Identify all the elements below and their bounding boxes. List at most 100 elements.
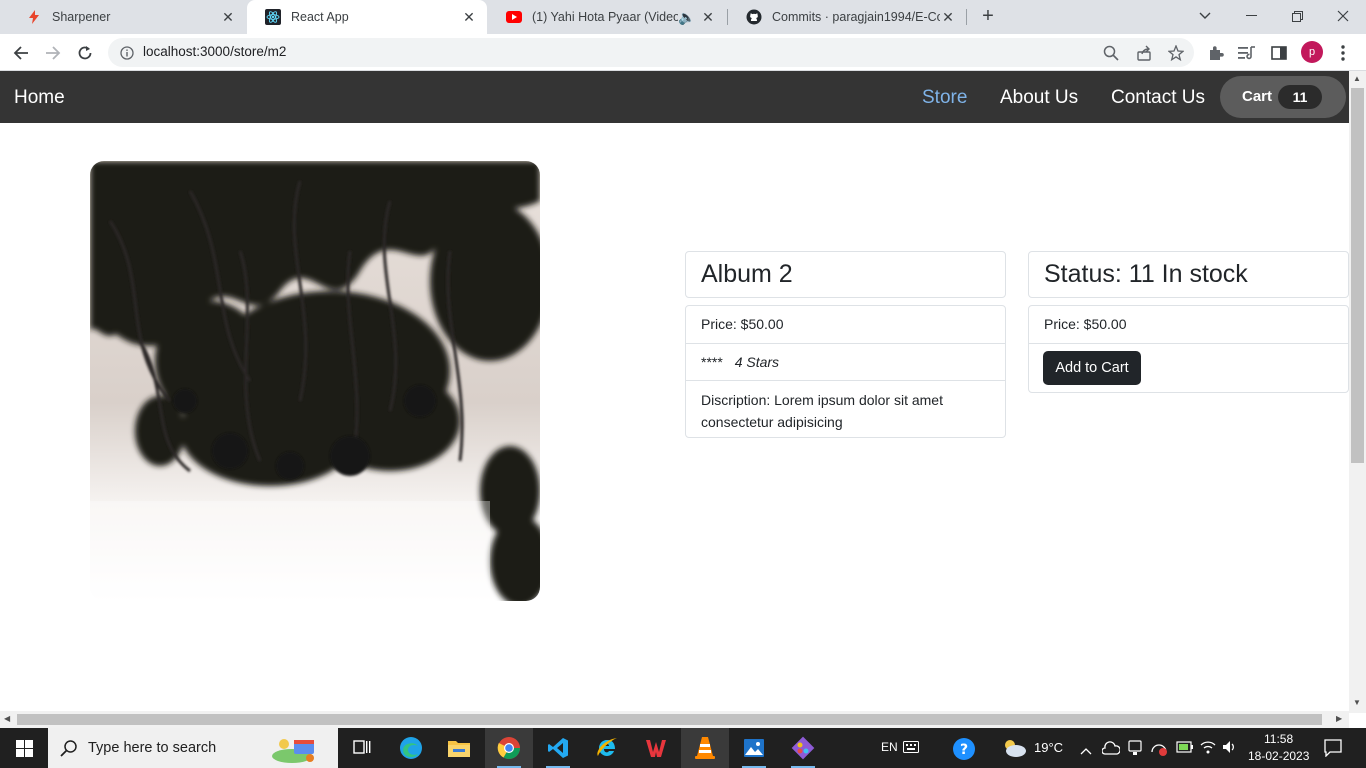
- cart-count-badge: 11: [1278, 85, 1322, 109]
- back-arrow-icon[interactable]: [8, 40, 34, 66]
- language-indicator[interactable]: EN: [881, 740, 898, 754]
- speaker-icon[interactable]: 🔈: [678, 9, 695, 26]
- status-price: Price: $50.00: [1044, 316, 1127, 332]
- stock-status-card: Status: 11 In stock Price: $50.00 Add to…: [1028, 251, 1349, 393]
- product-title-box: Album 2: [685, 251, 1006, 298]
- tab-close-icon[interactable]: ✕: [461, 9, 477, 26]
- file-explorer-icon[interactable]: [435, 728, 483, 768]
- cart-button[interactable]: Cart 11: [1220, 76, 1346, 118]
- nav-about-link[interactable]: About Us: [1000, 87, 1078, 109]
- rating-stars: ****: [701, 354, 723, 370]
- clock-date[interactable]: 18-02-2023: [1248, 749, 1309, 763]
- github-favicon-icon: [746, 9, 762, 25]
- help-icon[interactable]: ?: [952, 737, 976, 766]
- list-item: Price: $50.00: [686, 306, 1005, 343]
- address-bar[interactable]: localhost:3000/store/m2: [108, 38, 1194, 67]
- weather-temperature[interactable]: 19°C: [1034, 740, 1063, 755]
- onedrive-cloud-icon[interactable]: [1101, 740, 1121, 761]
- scroll-left-arrow-icon[interactable]: ◀: [4, 714, 10, 723]
- url-text[interactable]: localhost:3000/store/m2: [143, 44, 286, 59]
- new-tab-plus-icon[interactable]: +: [977, 5, 999, 27]
- media-queue-icon[interactable]: [1237, 43, 1257, 63]
- windows-start-icon[interactable]: [0, 728, 48, 768]
- zoom-magnifier-icon[interactable]: [1102, 44, 1120, 62]
- tab-close-icon[interactable]: ✕: [220, 9, 236, 26]
- wifi-icon[interactable]: [1200, 740, 1216, 759]
- keyboard-icon[interactable]: [903, 740, 919, 758]
- wps-office-icon[interactable]: [632, 728, 680, 768]
- reload-icon[interactable]: [72, 40, 98, 66]
- tab-search-chevron-down-icon[interactable]: [1182, 0, 1228, 32]
- scroll-up-arrow-icon[interactable]: ▲: [1353, 74, 1361, 83]
- vertical-scroll-thumb[interactable]: [1351, 88, 1364, 463]
- tab-youtube[interactable]: (1) Yahi Hota Pyaar (Video So 🔈 ✕: [488, 0, 726, 34]
- internet-explorer-icon[interactable]: [583, 728, 631, 768]
- restore-window-icon[interactable]: [1274, 0, 1320, 32]
- bookmark-star-icon[interactable]: [1167, 44, 1185, 62]
- forward-arrow-icon[interactable]: [40, 40, 66, 66]
- page-content: Album 2 Price: $50.00 **** 4 Stars Discr…: [0, 123, 1349, 713]
- tab-title: (1) Yahi Hota Pyaar (Video So: [532, 10, 678, 24]
- tab-react-app[interactable]: React App ✕: [247, 0, 487, 34]
- close-window-icon[interactable]: [1320, 0, 1366, 32]
- git-app-icon[interactable]: [779, 728, 827, 768]
- product-title: Album 2: [701, 260, 793, 288]
- tab-title: Sharpener: [52, 10, 111, 24]
- battery-icon[interactable]: [1176, 740, 1194, 759]
- youtube-favicon-icon: [506, 9, 522, 25]
- show-hidden-icons-chevron-up-icon[interactable]: [1080, 742, 1092, 760]
- chrome-menu-kebab-icon[interactable]: [1333, 43, 1353, 63]
- tab-title: Commits · paragjain1994/E-Comm: [772, 10, 940, 24]
- side-panel-icon[interactable]: [1269, 43, 1289, 63]
- browser-toolbar: localhost:3000/store/m2 p: [0, 34, 1366, 71]
- tab-close-icon[interactable]: ✕: [940, 9, 956, 26]
- share-icon[interactable]: [1135, 44, 1153, 62]
- site-info-icon[interactable]: [118, 44, 136, 62]
- search-icon: [60, 739, 78, 762]
- profile-avatar[interactable]: p: [1301, 41, 1323, 63]
- notifications-icon[interactable]: [1324, 739, 1342, 762]
- product-details-list: Price: $50.00 **** 4 Stars Discription: …: [685, 305, 1006, 438]
- windows-taskbar: Type here to search EN ? 19°C 11:58 18-0…: [0, 728, 1366, 768]
- list-item: Discription: Lorem ipsum dolor sit amet …: [686, 380, 1005, 438]
- tab-close-icon[interactable]: ✕: [700, 9, 716, 26]
- sharpener-favicon-icon: [26, 9, 42, 25]
- product-info-card: Album 2 Price: $50.00 **** 4 Stars Discr…: [685, 251, 1006, 438]
- nav-store-link[interactable]: Store: [922, 87, 967, 109]
- horizontal-scroll-thumb[interactable]: [17, 714, 1322, 725]
- chrome-browser-icon[interactable]: [485, 728, 533, 768]
- album-cover-image: [90, 161, 540, 601]
- extensions-puzzle-icon[interactable]: [1206, 43, 1226, 63]
- tab-title: React App: [291, 10, 349, 24]
- horizontal-scrollbar[interactable]: ◀ ▶: [0, 711, 1349, 728]
- edge-browser-icon[interactable]: [387, 728, 435, 768]
- network-status-icon[interactable]: [1150, 740, 1168, 761]
- device-icon[interactable]: [1128, 740, 1142, 761]
- volume-icon[interactable]: [1222, 740, 1238, 759]
- task-view-icon[interactable]: [338, 728, 386, 768]
- tab-github[interactable]: Commits · paragjain1994/E-Comm ✕: [728, 0, 966, 34]
- nav-home-link[interactable]: Home: [14, 87, 65, 109]
- status-details-list: Price: $50.00 Add to Cart: [1028, 305, 1349, 393]
- photos-app-icon[interactable]: [730, 728, 778, 768]
- list-item: Price: $50.00: [1029, 306, 1348, 343]
- scroll-down-arrow-icon[interactable]: ▼: [1353, 698, 1361, 707]
- tab-sharpener[interactable]: Sharpener ✕: [8, 0, 246, 34]
- browser-tab-strip: Sharpener ✕ React App ✕ (1) Yahi Hota Py…: [0, 0, 1366, 34]
- weather-cloud-icon[interactable]: [1000, 738, 1028, 763]
- vlc-player-icon[interactable]: [681, 728, 729, 768]
- vscode-icon[interactable]: [534, 728, 582, 768]
- svg-text:?: ?: [960, 742, 968, 758]
- minimize-window-icon[interactable]: [1228, 0, 1274, 32]
- tab-separator: [966, 9, 967, 25]
- search-placeholder: Type here to search: [88, 740, 217, 756]
- scroll-right-arrow-icon[interactable]: ▶: [1336, 714, 1342, 723]
- nav-contact-link[interactable]: Contact Us: [1111, 87, 1205, 109]
- clock-time[interactable]: 11:58: [1264, 732, 1293, 746]
- add-to-cart-button[interactable]: Add to Cart: [1043, 351, 1141, 385]
- vertical-scrollbar[interactable]: ▲ ▼: [1349, 71, 1366, 713]
- search-highlight-illustration-icon: [270, 734, 320, 768]
- taskbar-search-box[interactable]: Type here to search: [48, 728, 338, 768]
- app-navbar: Home Store About Us Contact Us Cart 11: [0, 71, 1349, 123]
- cart-label: Cart: [1242, 88, 1273, 105]
